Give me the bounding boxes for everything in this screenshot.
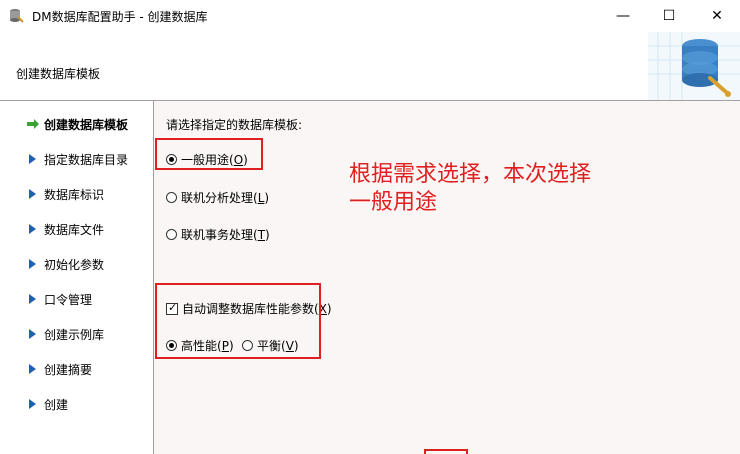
- sidebar-item-label: 数据库标识: [44, 187, 105, 202]
- sidebar-item-label: 指定数据库目录: [44, 152, 129, 167]
- sidebar-item-label: 创建数据库模板: [44, 117, 129, 132]
- triangle-right-icon: [29, 224, 36, 234]
- highlight-box-template: [155, 138, 263, 170]
- title-bar: DM数据库配置助手 - 创建数据库 — ☐ ✕: [0, 0, 740, 32]
- app-icon: [10, 9, 24, 23]
- annotation-line-1: 根据需求选择，本次选择: [349, 162, 592, 187]
- radio-unselected-icon: [166, 229, 177, 240]
- arrow-right-icon: [27, 119, 39, 129]
- sidebar-item-summary[interactable]: 创建摘要: [26, 360, 92, 378]
- database-graphic-icon: [648, 32, 740, 100]
- close-button[interactable]: ✕: [694, 0, 740, 32]
- page-title: 创建数据库模板: [16, 67, 101, 81]
- template-prompt: 请选择指定的数据库模板:: [166, 118, 303, 132]
- radio-unselected-icon: [166, 192, 177, 203]
- triangle-right-icon: [29, 399, 36, 409]
- annotation-line-2: 一般用途: [349, 190, 438, 215]
- radio-oltp[interactable]: 联机事务处理(T): [166, 226, 270, 243]
- sidebar-item-db-directory[interactable]: 指定数据库目录: [26, 150, 128, 168]
- sidebar-item-label: 创建摘要: [44, 362, 93, 377]
- sidebar-item-label: 创建示例库: [44, 327, 105, 342]
- sidebar-item-db-identifier[interactable]: 数据库标识: [26, 185, 104, 203]
- triangle-right-icon: [29, 329, 36, 339]
- sidebar-item-label: 初始化参数: [44, 257, 105, 272]
- sidebar-item-label: 口令管理: [44, 292, 93, 307]
- highlight-box-performance: [155, 283, 321, 359]
- maximize-button[interactable]: ☐: [646, 0, 692, 32]
- wizard-header: 创建数据库模板: [0, 32, 740, 100]
- minimize-button[interactable]: —: [600, 0, 646, 32]
- sidebar-item-sample-db[interactable]: 创建示例库: [26, 325, 104, 343]
- template-panel: 请选择指定的数据库模板: 一般用途(O) 联机分析处理(L) 联机事务处理(T)…: [154, 101, 740, 454]
- sidebar-item-init-params[interactable]: 初始化参数: [26, 255, 104, 273]
- window-title: DM数据库配置助手 - 创建数据库: [32, 10, 208, 24]
- sidebar-item-label: 创建: [44, 397, 69, 412]
- sidebar-item-create-template[interactable]: 创建数据库模板: [26, 115, 128, 133]
- triangle-right-icon: [29, 154, 36, 164]
- radio-olap[interactable]: 联机分析处理(L): [166, 189, 269, 206]
- triangle-right-icon: [29, 364, 36, 374]
- wizard-steps-sidebar: 创建数据库模板 指定数据库目录 数据库标识 数据库文件 初始化参数 口令管理 创…: [0, 101, 153, 454]
- sidebar-item-db-files[interactable]: 数据库文件: [26, 220, 104, 238]
- triangle-right-icon: [29, 294, 36, 304]
- triangle-right-icon: [29, 259, 36, 269]
- triangle-right-icon: [29, 189, 36, 199]
- highlight-box-bottom: [424, 449, 468, 454]
- sidebar-item-label: 数据库文件: [44, 222, 105, 237]
- sidebar-item-create[interactable]: 创建: [26, 395, 68, 413]
- sidebar-item-password[interactable]: 口令管理: [26, 290, 92, 308]
